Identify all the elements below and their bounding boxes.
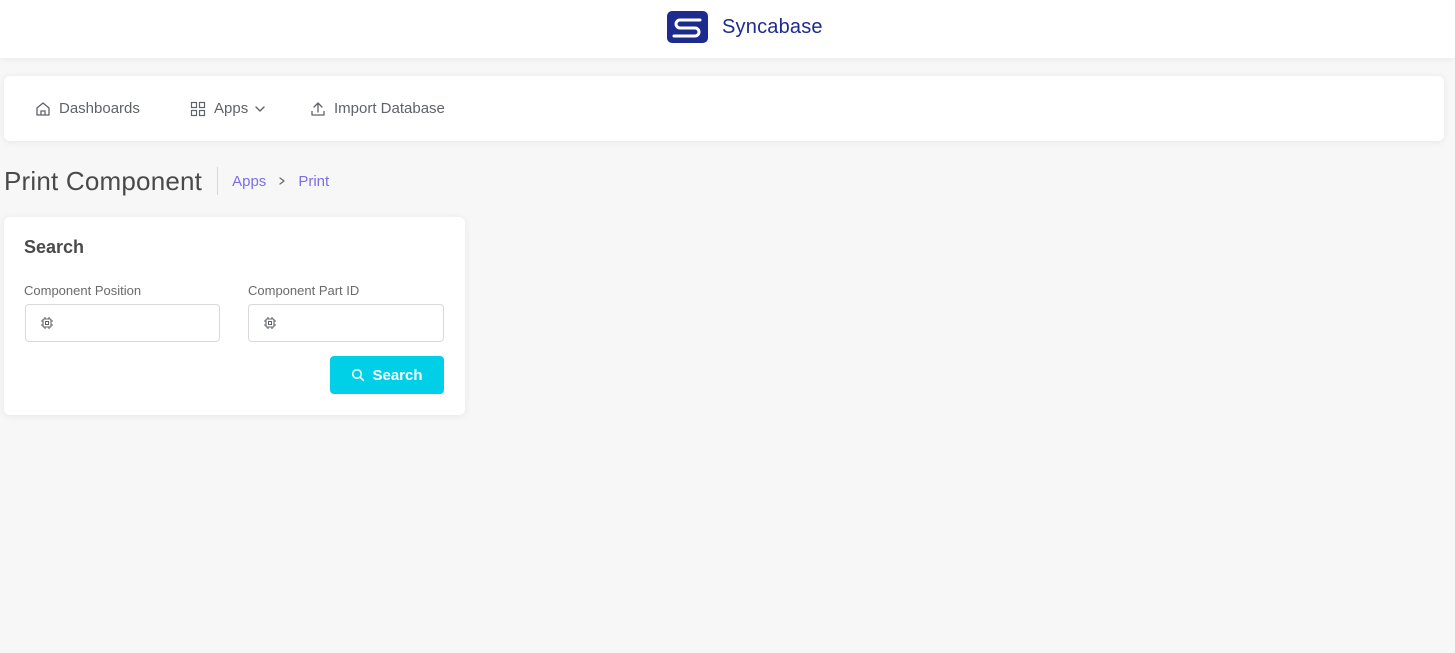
top-header: Syncabase bbox=[0, 0, 1455, 58]
breadcrumb-apps[interactable]: Apps bbox=[232, 173, 266, 190]
search-card: Search Component Position Component Part… bbox=[4, 217, 465, 415]
nav-item-label: Dashboards bbox=[59, 100, 140, 117]
syncabase-logo-icon bbox=[667, 11, 708, 43]
nav-item-import-database[interactable]: Import Database bbox=[310, 76, 445, 141]
component-position-field[interactable] bbox=[25, 304, 220, 342]
brand-name: Syncabase bbox=[722, 15, 823, 38]
page-header: Print Component Apps Print bbox=[4, 166, 329, 196]
breadcrumb: Apps Print bbox=[232, 173, 329, 190]
chevron-right-icon bbox=[277, 176, 287, 186]
component-position-label: Component Position bbox=[24, 283, 142, 298]
chevron-down-icon bbox=[255, 105, 265, 112]
card-title: Search bbox=[24, 237, 85, 257]
search-button[interactable]: Search bbox=[330, 356, 444, 394]
brand[interactable]: Syncabase bbox=[667, 11, 823, 43]
page-title: Print Component bbox=[4, 165, 203, 196]
nav-item-label: Apps bbox=[214, 100, 249, 117]
component-part-id-label: Component Part ID bbox=[248, 283, 360, 298]
header-divider bbox=[217, 167, 219, 195]
chip-icon bbox=[264, 317, 276, 329]
nav-item-apps[interactable]: Apps bbox=[190, 76, 266, 141]
home-icon bbox=[36, 101, 50, 116]
upload-icon bbox=[311, 101, 325, 116]
search-icon bbox=[352, 368, 365, 382]
grid-icon bbox=[190, 101, 206, 116]
search-button-label: Search bbox=[372, 366, 423, 384]
nav-item-label: Import Database bbox=[334, 100, 445, 117]
breadcrumb-print[interactable]: Print bbox=[298, 173, 329, 190]
chip-icon bbox=[41, 317, 53, 329]
main-navbar: Dashboards Apps Import Database bbox=[4, 76, 1444, 141]
component-part-id-field[interactable] bbox=[248, 304, 444, 342]
component-position-input[interactable] bbox=[64, 305, 211, 341]
nav-item-dashboards[interactable]: Dashboards bbox=[35, 76, 140, 141]
component-part-id-input[interactable] bbox=[287, 305, 435, 341]
